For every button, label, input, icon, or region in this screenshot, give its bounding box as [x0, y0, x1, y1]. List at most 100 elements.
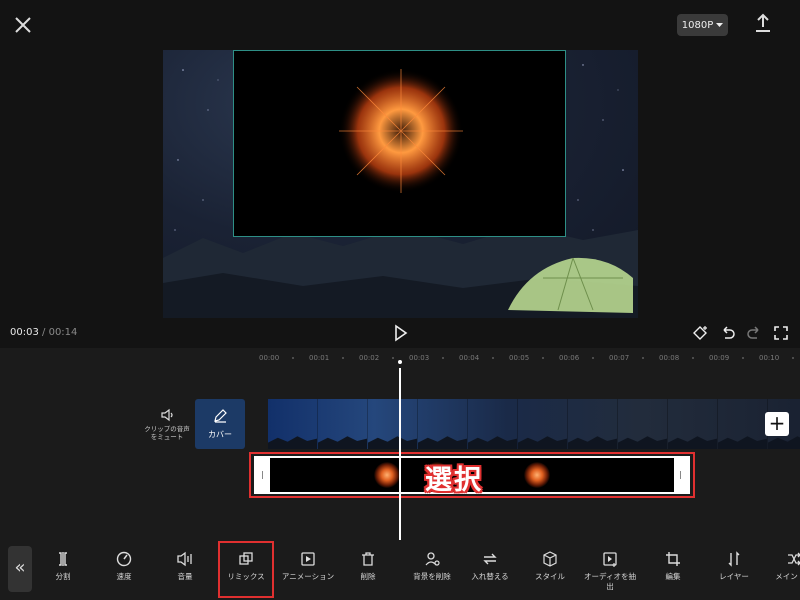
tick-dot — [542, 357, 544, 359]
time-tick-label: 00:02 — [359, 354, 380, 362]
keyframe-icon — [693, 326, 707, 340]
time-tick-label: 00:10 — [759, 354, 780, 362]
video-frame-thumbnail — [418, 399, 468, 449]
time-display: 00:03 / 00:14 — [10, 327, 77, 338]
redo-button[interactable] — [744, 323, 764, 343]
cover-button[interactable]: カバー — [195, 399, 245, 449]
tick-dot — [792, 357, 794, 359]
tool-trash[interactable]: 削除 — [340, 550, 396, 582]
tool-label: アニメーション — [281, 572, 335, 581]
fullscreen-button[interactable] — [771, 323, 791, 343]
play-button[interactable] — [390, 323, 410, 343]
tick-dot — [492, 357, 494, 359]
tool-crop[interactable]: 編集 — [645, 550, 701, 582]
tick-dot — [442, 357, 444, 359]
firework-image — [339, 69, 463, 193]
time-tick-label: 00:00 — [259, 354, 280, 362]
main-video-track[interactable] — [268, 399, 800, 449]
time-tick-label: 00:01 — [309, 354, 330, 362]
mute-clip-audio-button[interactable]: クリップの音声をミュート — [144, 408, 190, 441]
video-frame-thumbnail — [668, 399, 718, 449]
main-track-icon — [788, 552, 800, 566]
keyframe-button[interactable] — [690, 323, 710, 343]
tool-label: 編集 — [665, 572, 681, 581]
tool-replace[interactable]: 入れ替える — [462, 550, 518, 582]
undo-icon — [723, 326, 735, 339]
tool-label: 背景を削除 — [413, 572, 451, 581]
tool-label: 音量 — [177, 572, 193, 581]
play-icon — [395, 324, 408, 342]
total-time: 00:14 — [48, 327, 78, 338]
tick-dot — [292, 357, 294, 359]
collapse-toolbar-button[interactable]: « — [8, 546, 32, 592]
tick-dot — [392, 357, 394, 359]
speed-icon — [116, 551, 132, 567]
overlay-clip-preview[interactable] — [233, 50, 566, 237]
replace-icon — [483, 553, 497, 565]
cover-label: カバー — [208, 430, 232, 439]
layer-icon — [728, 551, 740, 567]
remove-background-icon — [425, 552, 440, 566]
time-tick-label: 00:09 — [709, 354, 730, 362]
animation-icon — [301, 552, 315, 566]
tool-style[interactable]: スタイル — [522, 550, 578, 582]
tool-speed[interactable]: 速度 — [96, 550, 152, 582]
current-time: 00:03 — [10, 327, 39, 338]
time-tick-label: 00:03 — [409, 354, 430, 362]
tool-label: 削除 — [360, 572, 376, 581]
video-frame-thumbnail — [268, 399, 318, 449]
tool-remove-background[interactable]: 背景を削除 — [404, 550, 460, 582]
close-icon — [15, 17, 31, 33]
tool-split[interactable]: 分割 — [35, 550, 91, 582]
selection-annotation: 選択 — [425, 465, 483, 496]
resolution-label: 1080P — [681, 19, 714, 31]
resolution-dropdown[interactable]: 1080P — [677, 14, 728, 36]
double-chevron-left-icon: « — [14, 557, 26, 578]
tick-dot — [342, 357, 344, 359]
crop-icon — [666, 552, 680, 566]
fullscreen-icon — [774, 326, 788, 340]
tick-dot — [642, 357, 644, 359]
close-button[interactable] — [10, 12, 36, 38]
video-preview[interactable] — [163, 50, 638, 318]
time-tick-label: 00:05 — [509, 354, 530, 362]
tool-label: レイヤー — [719, 572, 749, 581]
time-tick-label: 00:04 — [459, 354, 480, 362]
plus-icon: + — [768, 411, 786, 435]
video-frame-thumbnail — [718, 399, 768, 449]
tool-label: 分割 — [55, 572, 71, 581]
style-icon — [543, 551, 557, 567]
time-tick-label: 00:06 — [559, 354, 580, 362]
pencil-icon — [214, 409, 227, 423]
volume-icon — [177, 551, 192, 567]
playhead-marker[interactable] — [396, 358, 404, 366]
undo-button[interactable] — [718, 323, 738, 343]
video-frame-thumbnail — [568, 399, 618, 449]
playhead[interactable] — [399, 368, 401, 540]
tool-main-track[interactable]: メイントラ — [766, 550, 800, 582]
time-tick-label: 00:08 — [659, 354, 680, 362]
mute-label: クリップの音声をミュート — [144, 425, 190, 441]
trash-icon — [362, 552, 374, 566]
redo-icon — [747, 326, 759, 339]
tool-volume[interactable]: 音量 — [157, 550, 213, 582]
tool-label: 速度 — [116, 572, 132, 581]
tool-label: スタイル — [535, 572, 565, 581]
video-frame-thumbnail — [318, 399, 368, 449]
export-button[interactable] — [752, 12, 774, 36]
extract-audio-icon — [603, 552, 617, 567]
tick-dot — [742, 357, 744, 359]
tool-layer[interactable]: レイヤー — [706, 550, 762, 582]
tool-animation[interactable]: アニメーション — [280, 550, 336, 582]
remix-highlight — [218, 541, 274, 598]
tick-dot — [692, 357, 694, 359]
add-clip-button[interactable]: + — [765, 412, 789, 436]
tool-label: 入れ替える — [471, 572, 509, 581]
tool-extract-audio[interactable]: オーディオを抽出 — [582, 550, 638, 592]
chevron-down-icon — [716, 22, 724, 27]
time-separator: / — [42, 327, 46, 338]
video-frame-thumbnail — [368, 399, 418, 449]
upload-icon — [756, 13, 770, 32]
video-frame-thumbnail — [518, 399, 568, 449]
tick-dot — [592, 357, 594, 359]
